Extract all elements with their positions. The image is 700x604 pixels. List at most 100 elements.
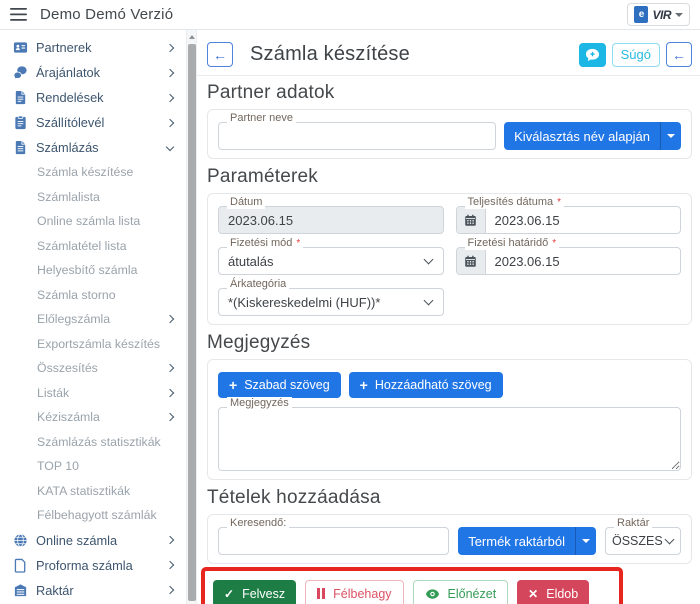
back-button[interactable]: ← — [207, 42, 233, 67]
scrollbar-thumb[interactable] — [188, 44, 196, 601]
help-button[interactable]: Súgó — [612, 43, 660, 67]
clipboard-icon — [13, 115, 28, 130]
chevron-down-icon — [665, 535, 675, 545]
save-button[interactable]: ✓ Felvesz — [213, 580, 296, 604]
back-arrow-icon: ← — [213, 47, 227, 63]
proforma-icon — [13, 558, 28, 573]
topbar: Demo Demó Verzió e VIR — [0, 0, 700, 30]
note-card: + Szabad szöveg + Hozzáadható szöveg Meg… — [207, 359, 692, 480]
caret-down-icon — [582, 539, 590, 543]
evir-logo-text: VIR — [652, 8, 671, 22]
chevron-down-icon — [167, 146, 173, 150]
date-label: Dátum — [227, 196, 265, 209]
id-card-icon — [13, 40, 28, 55]
sidebar-item-online-szamla[interactable]: Online számla — [0, 528, 186, 553]
free-text-button[interactable]: + Szabad szöveg — [218, 372, 341, 398]
item-search-input[interactable] — [219, 528, 448, 554]
sidebar-item-keziszamla[interactable]: Kéziszámla — [0, 405, 186, 430]
sidebar-item-raktar[interactable]: Raktár — [0, 578, 186, 603]
sidebar-item-osszesites[interactable]: Összesítés — [0, 356, 186, 381]
section-title-params: Paraméterek — [207, 166, 692, 188]
sidebar-item-felbehagyott-szamlak[interactable]: Félbehagyott számlák — [0, 503, 186, 528]
items-card: Keresendő: Termék raktárból Raktár ÖSSZE… — [207, 514, 692, 564]
addable-text-button[interactable]: + Hozzáadható szöveg — [349, 372, 503, 398]
warehouse-select[interactable]: ÖSSZES — [605, 527, 681, 555]
plus-icon: + — [360, 377, 368, 393]
hamburger-menu-icon[interactable] — [10, 8, 27, 21]
document-icon — [13, 90, 28, 105]
warehouse-label: Raktár — [614, 517, 652, 530]
chevron-right-icon — [167, 414, 173, 420]
sidebar-item-rendelesek[interactable]: Rendelések — [0, 85, 186, 110]
app-title: Demo Demó Verzió — [40, 6, 173, 23]
chevron-down-icon — [675, 13, 683, 17]
sidebar-item-exportszamla-keszites[interactable]: Exportszámla készítés — [0, 332, 186, 357]
scroll-up-arrow-icon[interactable] — [189, 35, 195, 39]
sidebar-item-szamlazas-statisztikak[interactable]: Számlázás statisztikák — [0, 430, 186, 455]
sidebar: Partnerek Árajánlatok Rendelések Szállít… — [0, 30, 186, 604]
chevron-right-icon — [167, 95, 173, 101]
sidebar-scrollbar[interactable] — [186, 30, 197, 604]
sidebar-item-szamla-keszitese[interactable]: Számla készítése — [0, 160, 186, 185]
discard-button[interactable]: ✕ Eldob — [517, 580, 589, 604]
sidebar-item-szallitolevel[interactable]: Szállítólevél — [0, 110, 186, 135]
sidebar-item-elolegszamla[interactable]: Előlegszámla — [0, 307, 186, 332]
annotation-highlight: ✓ Felvesz Félbehagy Előnézet ✕ Eldob — [201, 567, 623, 604]
payment-due-label: Fizetési határidő * — [465, 237, 560, 250]
chat-bubbles-icon — [13, 65, 28, 80]
search-label: Keresendő: — [227, 517, 289, 530]
warehouse-icon — [13, 583, 28, 598]
sidebar-item-online-szamla-lista[interactable]: Online számla lista — [0, 209, 186, 234]
note-textarea[interactable] — [219, 408, 680, 470]
select-by-name-button[interactable]: Kiválasztás név alapján — [504, 122, 660, 150]
evir-logo-icon: e — [634, 6, 648, 23]
payment-method-select[interactable]: átutalás — [218, 247, 444, 275]
chevron-right-icon — [167, 120, 173, 126]
sidebar-item-kata-statisztikak[interactable]: KATA statisztikák — [0, 479, 186, 504]
payment-method-label: Fizetési mód * — [227, 237, 303, 250]
sidebar-item-helyesbito-szamla[interactable]: Helyesbítő számla — [0, 258, 186, 283]
partner-name-input[interactable] — [219, 123, 495, 149]
fulfillment-date-input[interactable] — [486, 207, 681, 233]
page-title: Számla készítése — [250, 43, 579, 66]
sidebar-item-szamla-storno[interactable]: Számla storno — [0, 283, 186, 308]
chevron-right-icon — [167, 365, 173, 371]
header-divider — [197, 75, 700, 76]
check-icon: ✓ — [224, 588, 234, 600]
chevron-down-icon — [423, 255, 433, 265]
preview-button[interactable]: Előnézet — [413, 580, 509, 604]
back-arrow-icon: ← — [672, 47, 686, 63]
sidebar-item-szamlatetel-lista[interactable]: Számlatétel lista — [0, 234, 186, 259]
invoice-icon — [13, 140, 28, 155]
sidebar-item-partnerek[interactable]: Partnerek — [0, 35, 186, 60]
select-by-name-dropdown-toggle[interactable] — [660, 122, 681, 150]
price-category-select[interactable]: *(Kiskereskedelmi (HUF))* — [218, 288, 444, 316]
partner-name-label: Partner neve — [227, 112, 296, 125]
plus-icon: + — [229, 377, 237, 393]
date-input — [219, 207, 443, 233]
eye-icon — [425, 588, 440, 600]
calendar-icon — [457, 207, 486, 233]
sidebar-item-top-10[interactable]: TOP 10 — [0, 454, 186, 479]
sidebar-item-arajanlatok[interactable]: Árajánlatok — [0, 60, 186, 85]
chevron-right-icon — [167, 390, 173, 396]
feedback-chat-button[interactable] — [579, 43, 606, 67]
sidebar-item-proforma-szamla[interactable]: Proforma számla — [0, 553, 186, 578]
chevron-right-icon — [167, 70, 173, 76]
price-category-label: Árkategória — [227, 278, 289, 291]
sidebar-item-listak[interactable]: Listák — [0, 381, 186, 406]
pause-icon — [317, 588, 325, 599]
product-dropdown-toggle[interactable] — [575, 527, 596, 555]
chevron-right-icon — [167, 562, 173, 568]
chevron-right-icon — [167, 45, 173, 51]
sidebar-item-szamlazas[interactable]: Számlázás — [0, 135, 186, 160]
calendar-icon — [457, 248, 486, 274]
product-from-warehouse-button[interactable]: Termék raktárból — [458, 527, 575, 555]
sidebar-item-szamlalista[interactable]: Számlalista — [0, 185, 186, 210]
chevron-right-icon — [167, 316, 173, 322]
caret-down-icon — [667, 134, 675, 138]
evir-logo-menu[interactable]: e VIR — [627, 3, 690, 26]
payment-due-date-input[interactable] — [486, 248, 681, 274]
back-button-secondary[interactable]: ← — [666, 42, 692, 67]
suspend-button[interactable]: Félbehagy — [305, 580, 403, 604]
